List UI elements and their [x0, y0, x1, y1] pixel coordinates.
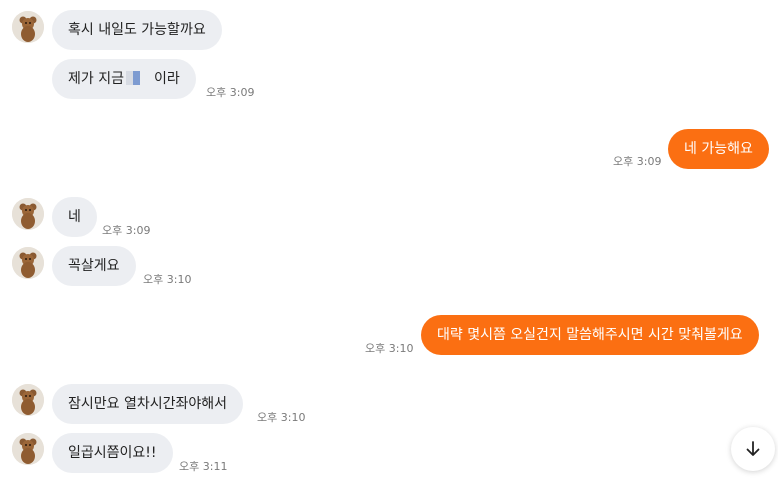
- message-text: 잠시만요 열차시간좌야해서: [68, 396, 228, 412]
- message-timestamp: 오후 3:09: [206, 86, 255, 99]
- message-timestamp: 오후 3:10: [257, 411, 306, 424]
- message-timestamp: 오후 3:09: [613, 155, 662, 168]
- message-text: 일곱시쯤이요!!: [68, 445, 157, 461]
- message-text: 이라: [153, 71, 180, 87]
- message-bubble[interactable]: 혹시 내일도 가능할까요: [52, 10, 222, 50]
- avatar[interactable]: [12, 198, 44, 230]
- teddy-bear-icon: [12, 433, 44, 465]
- arrow-down-icon: [746, 441, 760, 456]
- avatar[interactable]: [12, 247, 44, 279]
- message-bubble[interactable]: 일곱시쯤이요!!: [52, 433, 173, 473]
- message-bubble[interactable]: 꼭살게요: [52, 246, 136, 286]
- avatar[interactable]: [12, 433, 44, 465]
- message-text: 제가 지금: [68, 71, 124, 87]
- avatar[interactable]: [12, 384, 44, 416]
- message-bubble[interactable]: 네: [52, 197, 97, 237]
- teddy-bear-icon: [12, 247, 44, 279]
- message-text: 네 가능해요: [684, 141, 753, 157]
- message-timestamp: 오후 3:09: [102, 224, 151, 237]
- message-bubble[interactable]: 잠시만요 열차시간좌야해서: [52, 384, 244, 424]
- message-text: 대략 몇시쯤 오실건지 말씀해주시면 시간 맞춰볼게요: [437, 327, 743, 343]
- message-text: 네: [68, 209, 81, 225]
- message-text: 꼭살게요: [68, 258, 120, 274]
- teddy-bear-icon: [12, 11, 44, 43]
- message-timestamp: 오후 3:10: [143, 273, 192, 286]
- message-bubble[interactable]: 네 가능해요: [668, 129, 769, 169]
- avatar[interactable]: [12, 11, 44, 43]
- chat-thread: 혹시 내일도 가능할까요 제가 지금 이라 오후 3:09 오후 3:09 네 가…: [0, 0, 778, 478]
- message-text: 혹시 내일도 가능할까요: [68, 22, 206, 38]
- teddy-bear-icon: [12, 198, 44, 230]
- message-timestamp: 오후 3:10: [365, 342, 414, 355]
- redacted-region: [125, 71, 140, 85]
- scroll-to-bottom-button[interactable]: [731, 427, 775, 471]
- message-timestamp: 오후 3:11: [179, 460, 228, 473]
- teddy-bear-icon: [12, 384, 44, 416]
- message-bubble[interactable]: 대략 몇시쯤 오실건지 말씀해주시면 시간 맞춰볼게요: [421, 315, 759, 355]
- message-bubble[interactable]: 제가 지금 이라: [52, 59, 196, 99]
